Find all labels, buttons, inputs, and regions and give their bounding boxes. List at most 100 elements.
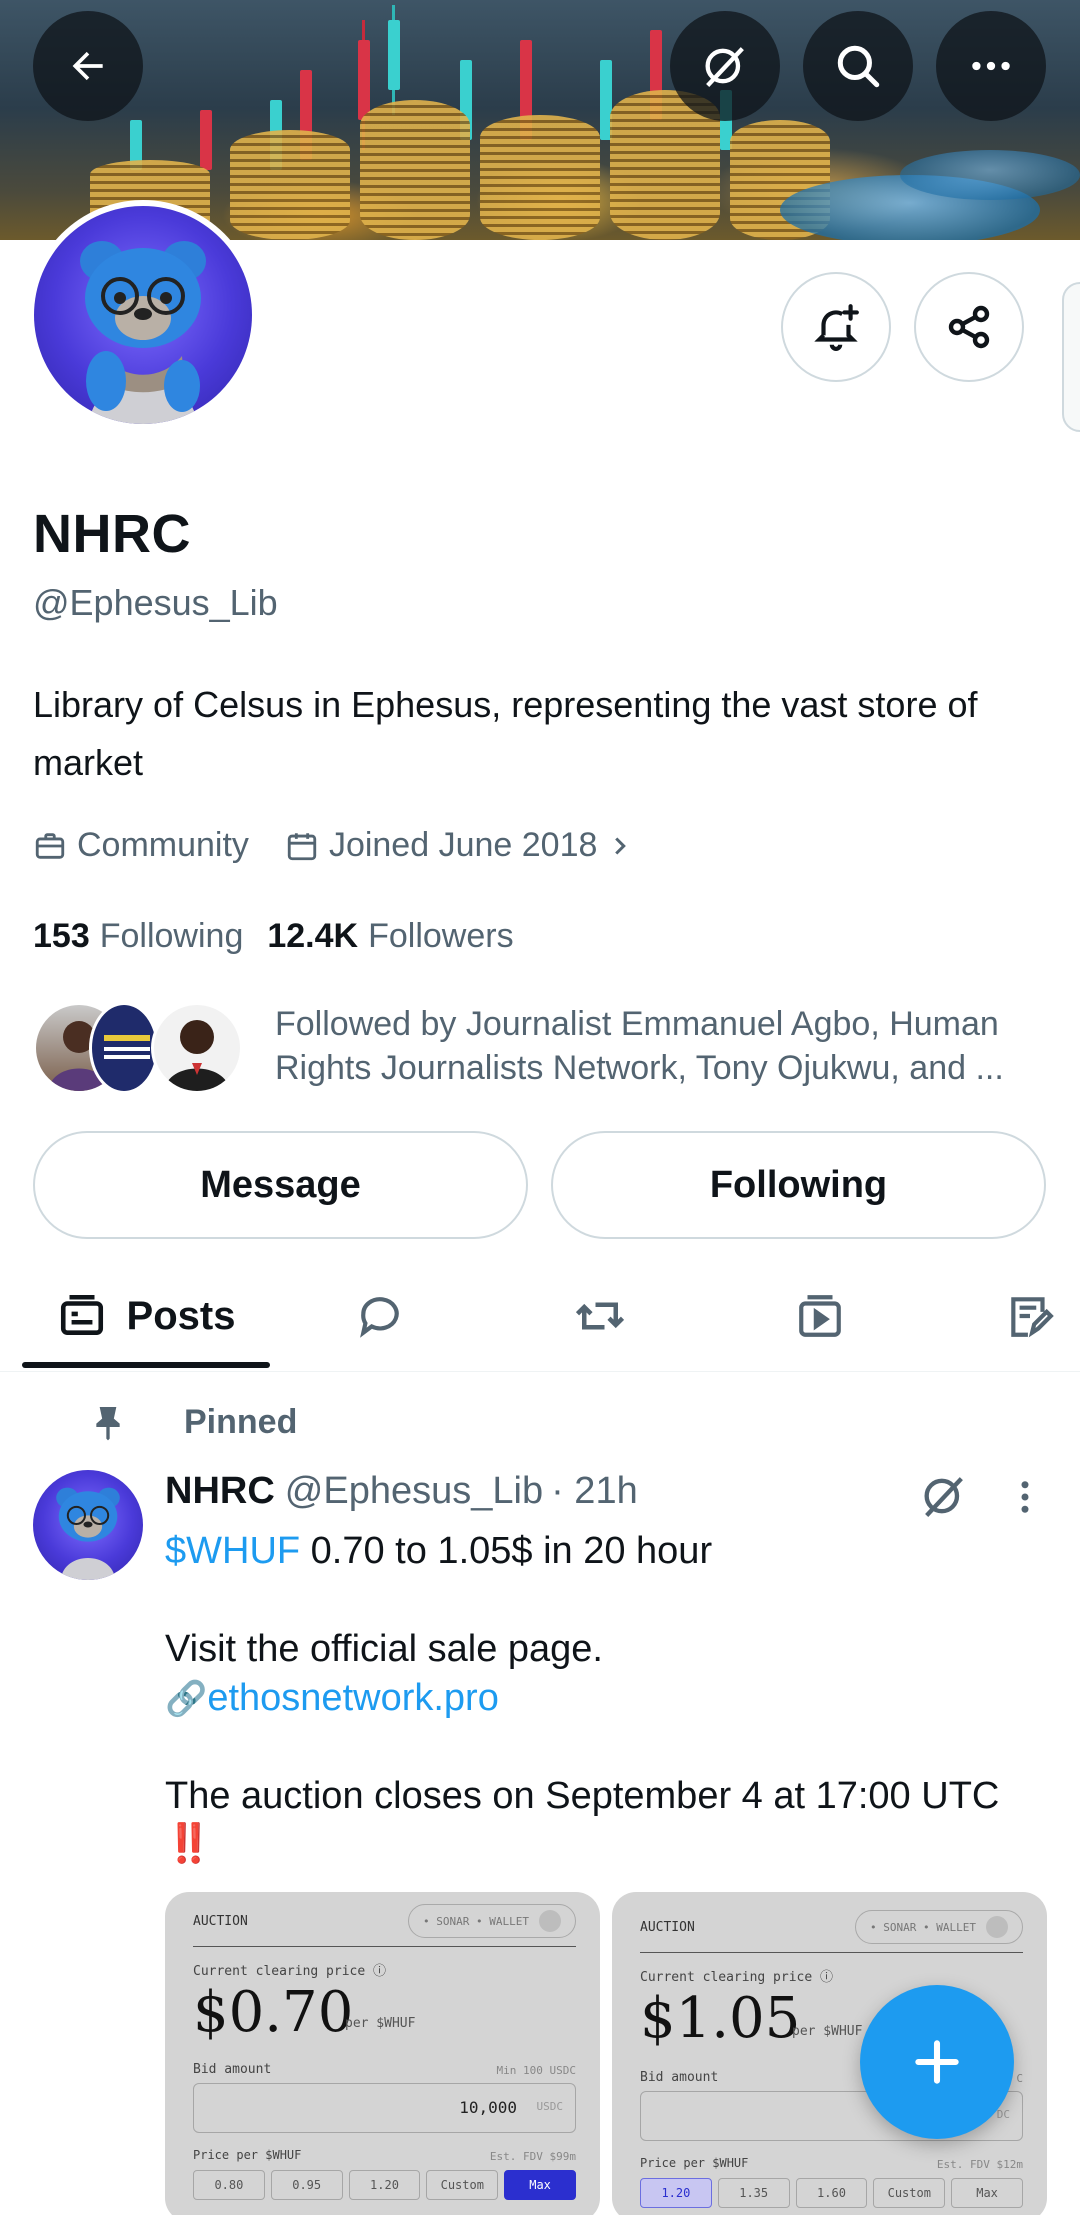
media-chip: 1.35 [717,2178,790,2208]
tab-media[interactable] [750,1260,890,1372]
media-chip: 1.20 [348,2170,421,2200]
post-header: NHRC @Ephesus_Lib · 21h [165,1470,638,1513]
media-status-pill: • SONAR • WALLET [855,1910,1023,1944]
post-line-1: $WHUF 0.70 to 1.05$ in 20 hour [165,1527,712,1575]
media-status-pill: • SONAR • WALLET [408,1904,576,1938]
link-emoji: 🔗 [165,1680,208,1718]
post-media-image-1[interactable]: AUCTION • SONAR • WALLET Current clearin… [165,1892,600,2215]
pin-icon [96,1407,120,1441]
following-button[interactable]: Following [551,1131,1046,1239]
tab-posts[interactable]: Posts [22,1260,270,1372]
post-more-icon[interactable] [1004,1476,1046,1518]
posts-icon [60,1294,103,1335]
joined-item[interactable]: Joined June 2018 [285,826,645,865]
articles-icon [1011,1297,1054,1338]
post-link[interactable]: ethosnetwork.pro [207,1677,499,1719]
user-icon [539,1910,561,1932]
post-line-2: Visit the official sale page. [165,1628,603,1670]
media-chip: Max [951,2178,1023,2208]
media-chip: Custom [873,2178,946,2208]
user-icon [986,1916,1008,1938]
plus-icon [915,2040,959,2084]
notifications-button[interactable] [781,272,891,382]
follower-avatar [151,1002,243,1094]
media-price-label: Current clearing price ⓘ [640,1970,834,1985]
banner-decoration [200,110,212,170]
share-button[interactable] [914,272,1024,382]
media-bid-unit: DC [996,2108,1010,2121]
profile-avatar[interactable] [28,200,258,430]
post-author-handle[interactable]: @Ephesus_Lib [285,1470,543,1513]
calendar-icon [287,832,317,860]
active-tab-indicator [22,1362,270,1368]
media-bid-value: 10,000 [459,2098,517,2117]
edge-panel-handle[interactable] [1062,282,1080,432]
media-chip-selected: 1.20 [640,2178,712,2208]
media-status: • SONAR • WALLET [870,1920,976,1934]
profile-meta: Community Joined June 2018 [33,826,681,865]
media-price: $0.70 [193,1980,354,2045]
more-horizontal-icon [972,61,1010,71]
grok-icon [705,47,744,87]
post-author-name[interactable]: NHRC [165,1470,275,1513]
bear-avatar-icon [56,1487,120,1580]
tab-reposts[interactable] [530,1260,670,1372]
followers-count: 12.4K [267,917,359,955]
media-per: per $WHUF [792,2024,863,2039]
avatar-image [34,206,252,424]
post-author-avatar[interactable] [33,1470,143,1580]
search-button[interactable] [803,11,913,121]
following-link[interactable]: 153 Following [33,917,267,956]
media-title: AUCTION [193,1914,248,1929]
media-price-per-label: Price per $WHUF [193,2148,302,2162]
bear-avatar-icon [80,241,206,424]
display-name: NHRC [33,504,191,564]
following-count-label: Following [99,917,244,955]
tab-articles[interactable] [970,1260,1080,1372]
followers-link[interactable]: 12.4K Followers [267,917,537,956]
pinned-label: Pinned [184,1402,298,1441]
banner-decoration [480,115,600,240]
chevron-right-icon [615,836,627,855]
media-price-per-label: Price per $WHUF [640,2156,749,2170]
grok-icon[interactable] [918,1470,970,1522]
follower-avatar [89,1002,159,1094]
post-line-3-text: The auction closes on September 4 at 17:… [165,1775,1000,1817]
media-icon [799,1295,841,1337]
tab-replies[interactable] [310,1260,450,1372]
grok-button[interactable] [670,11,780,121]
share-icon [948,305,990,349]
media-bid-unit: USDC [536,2100,564,2113]
media-divider [640,1952,1023,1953]
pinned-indicator: Pinned [88,1402,297,1442]
media-per: per $WHUF [345,2016,416,2031]
banner-decoration [388,20,400,90]
media-chip: Custom [426,2170,499,2200]
media-divider [193,1946,576,1947]
double-exclamation-emoji: ‼️ [165,1823,213,1865]
profile-tabs: Posts [0,1260,1080,1372]
followed-by-row[interactable]: Followed by Journalist Emmanuel Agbo, Hu… [33,1002,1053,1098]
media-min: Min 100 USDC [496,2064,576,2077]
media-chip: 1.60 [795,2178,868,2208]
bell-plus-icon [814,304,859,351]
media-chip: 0.80 [193,2170,265,2200]
follow-counts: 153 Following 12.4K Followers [33,917,538,956]
more-button[interactable] [936,11,1046,121]
banner-decoration [900,150,1080,200]
briefcase-icon [35,832,65,859]
media-status: • SONAR • WALLET [423,1914,529,1928]
replies-icon [360,1297,399,1338]
followers-count-label: Followers [368,917,514,955]
message-button[interactable]: Message [33,1131,528,1239]
media-bid-label: Bid amount [640,2070,719,2085]
back-button[interactable] [33,11,143,121]
cashtag-link[interactable]: $WHUF [165,1530,300,1572]
media-fdv: Est. FDV $12m [936,2158,1023,2171]
compose-button[interactable] [860,1985,1014,2139]
search-icon [837,45,880,88]
tab-posts-label: Posts [126,1293,236,1338]
followed-by-text: Followed by Journalist Emmanuel Agbo, Hu… [275,1005,1004,1087]
profile-handle: @Ephesus_Lib [33,582,278,623]
post-line-1-text: 0.70 to 1.05$ in 20 hour [300,1530,713,1572]
